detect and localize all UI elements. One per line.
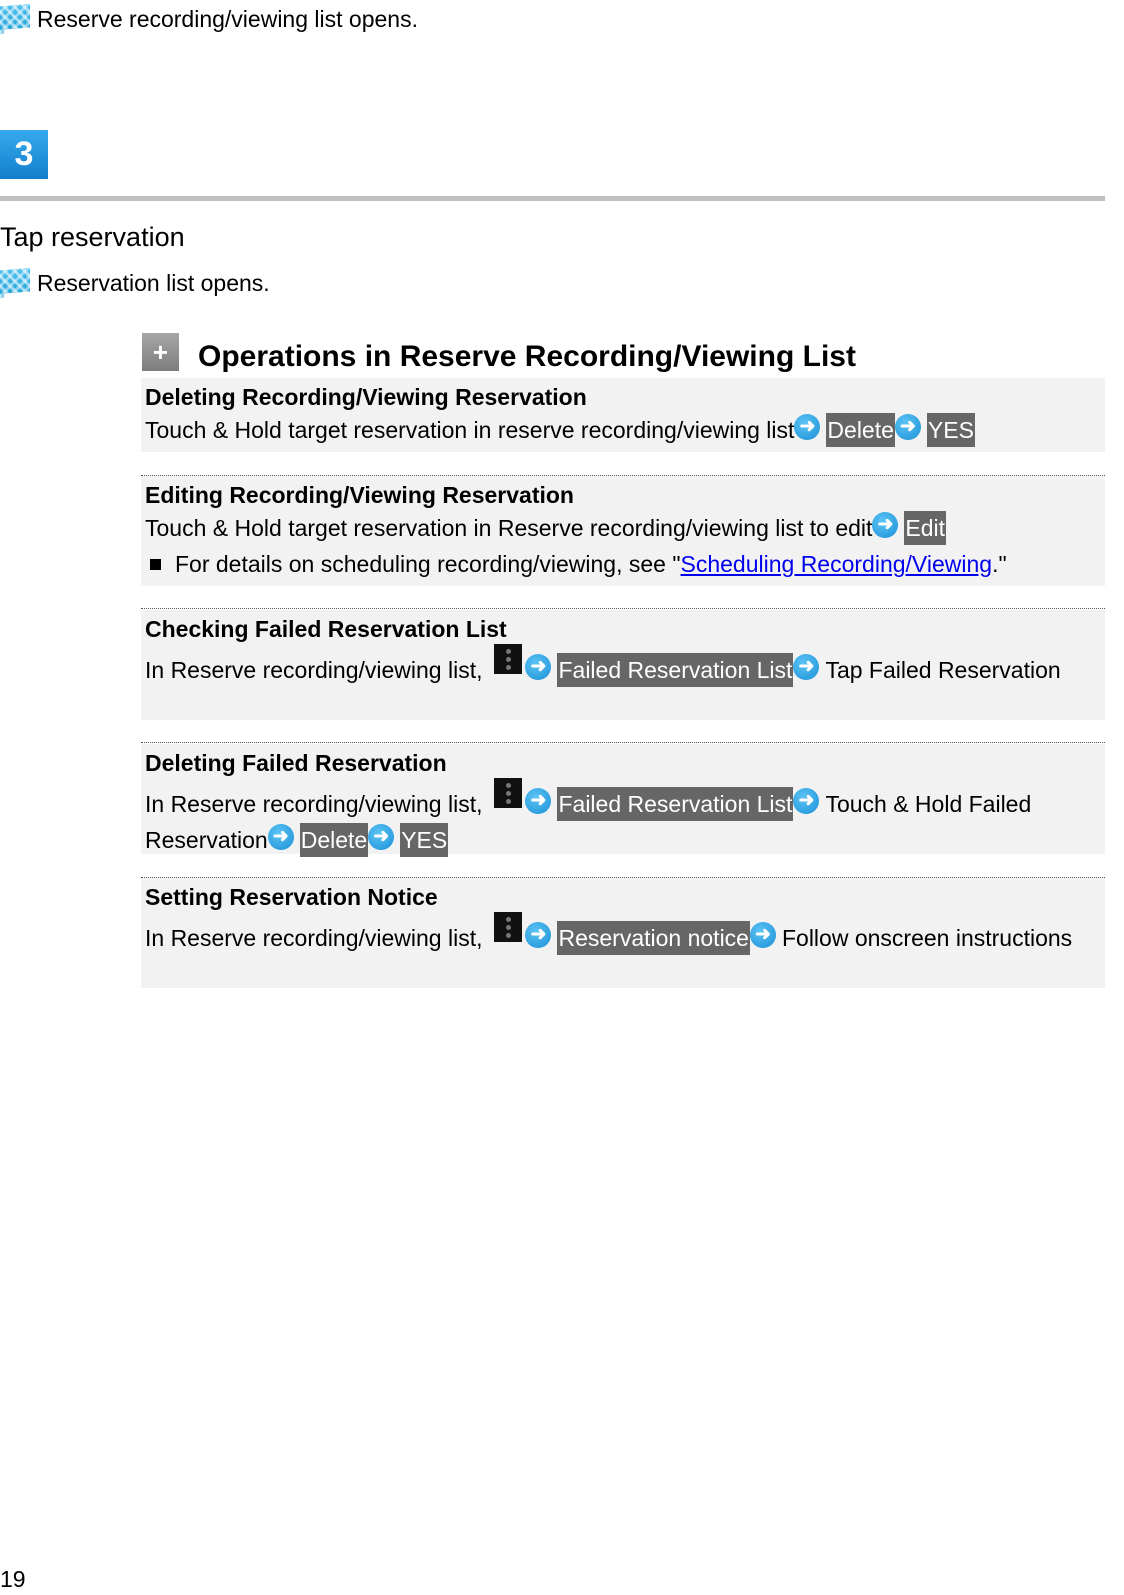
note-text: ." (992, 551, 1007, 577)
operation-steps: In Reserve recording/viewing list, ➜ Faile… (145, 644, 1105, 688)
block-divider (141, 742, 1105, 743)
menu-icon (494, 912, 523, 942)
operation-text: Touch & Hold target reservation in reser… (145, 417, 795, 443)
result-text: Reservation list opens. (37, 269, 270, 296)
arrow-right-icon: ➜ (794, 414, 821, 440)
scheduling-link[interactable]: Scheduling Recording/Viewing (681, 551, 993, 577)
plus-icon: + (142, 333, 179, 371)
section-title: Operations in Reserve Recording/Viewing … (198, 340, 856, 373)
operation-steps: Touch & Hold target reservation in Reser… (145, 510, 1105, 546)
operation-block: Setting Reservation Notice In Reserve re… (141, 878, 1105, 988)
step-instruction: Tap reservation (0, 222, 185, 252)
operation-text: In Reserve recording/viewing list, (145, 657, 483, 683)
arrow-right-icon: ➜ (749, 922, 776, 948)
arrow-right-icon: ➜ (368, 824, 395, 850)
yes-key[interactable]: YES (926, 413, 975, 447)
arrow-right-icon: ➜ (525, 788, 552, 814)
operation-steps: Touch & Hold target reservation in reser… (145, 412, 1105, 448)
operation-text: In Reserve recording/viewing list, (145, 925, 483, 951)
operation-title: Editing Recording/Viewing Reservation (145, 482, 574, 508)
operation-title: Deleting Recording/Viewing Reservation (145, 384, 587, 410)
failed-reservation-list-key[interactable]: Failed Reservation List (557, 787, 794, 821)
delete-key[interactable]: Delete (299, 823, 369, 857)
failed-reservation-list-key[interactable]: Failed Reservation List (557, 653, 794, 687)
arrow-right-icon: ➜ (872, 512, 899, 538)
reservation-notice-key[interactable]: Reservation notice (557, 921, 750, 955)
arrow-right-icon: ➜ (525, 922, 552, 948)
operation-note: For details on scheduling recording/view… (145, 546, 1105, 582)
operation-text: Tap Failed Reservation (825, 657, 1061, 683)
operation-block: Checking Failed Reservation List In Rese… (141, 610, 1105, 720)
note-text: For details on scheduling recording/view… (175, 551, 681, 577)
operation-title: Checking Failed Reservation List (145, 616, 507, 642)
operation-text: In Reserve recording/viewing list, (145, 791, 483, 817)
arrow-right-icon: ➜ (793, 788, 820, 814)
result-text: Reserve recording/viewing list opens. (37, 5, 418, 32)
operation-block: Deleting Failed Reservation In Reserve r… (141, 744, 1105, 857)
operation-block: Editing Recording/Viewing Reservation To… (141, 476, 1105, 586)
step-result-line: Reservation list opens. (0, 268, 270, 298)
operation-steps: In Reserve recording/viewing list, ➜ Faile… (145, 778, 1105, 858)
arrow-right-icon: ➜ (894, 414, 921, 440)
result-line: Reserve recording/viewing list opens. (0, 4, 418, 34)
operation-text: Touch & Hold target reservation in Reser… (145, 515, 873, 541)
operation-title: Deleting Failed Reservation (145, 750, 447, 776)
menu-icon (494, 644, 523, 674)
flag-icon (0, 4, 30, 34)
block-divider (141, 608, 1105, 609)
delete-key[interactable]: Delete (826, 413, 895, 447)
edit-key[interactable]: Edit (904, 511, 947, 545)
operation-text: Follow onscreen instructions (781, 925, 1073, 951)
step-divider (0, 196, 1105, 201)
yes-key[interactable]: YES (400, 823, 449, 857)
menu-icon (494, 778, 523, 808)
step-number-badge: 3 (0, 130, 48, 179)
bullet-icon (150, 558, 161, 570)
arrow-right-icon: ➜ (793, 654, 820, 680)
operation-steps: In Reserve recording/viewing list, ➜ Reser… (145, 912, 1105, 956)
arrow-right-icon: ➜ (525, 654, 552, 680)
page-number: 19 (0, 1566, 26, 1592)
flag-icon (0, 268, 30, 298)
operation-block: Deleting Recording/Viewing Reservation T… (141, 378, 1105, 452)
operation-title: Setting Reservation Notice (145, 884, 438, 910)
arrow-right-icon: ➜ (267, 824, 294, 850)
